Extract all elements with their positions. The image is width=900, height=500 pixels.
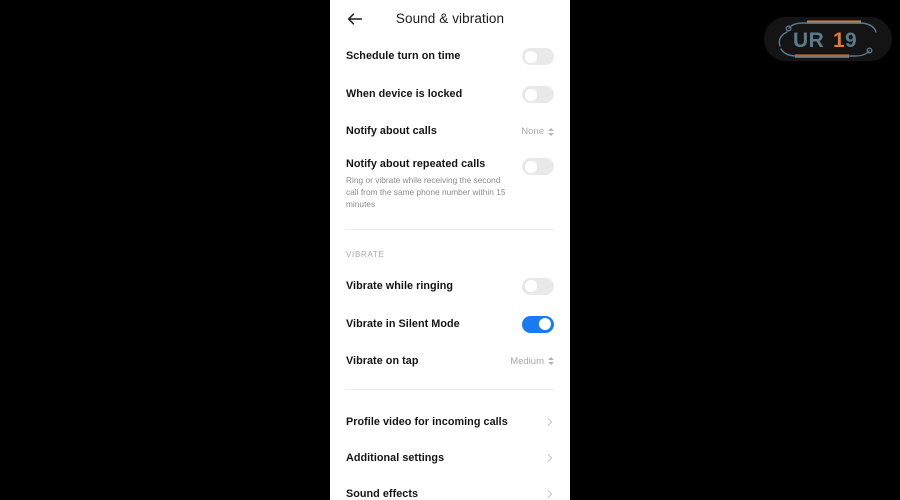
setting-row-schedule-turn-on-time[interactable]: Schedule turn on time [346, 37, 554, 75]
row-texts: Vibrate while ringing [346, 279, 520, 294]
row-texts: Sound effects [346, 487, 520, 500]
toggle-knob [539, 318, 551, 331]
setting-label: Profile video for incoming calls [346, 415, 508, 428]
setting-row-vibrate-in-silent-mode[interactable]: Vibrate in Silent Mode [346, 305, 554, 343]
row-control [520, 277, 554, 295]
toggle-when-device-is-locked[interactable] [522, 86, 554, 103]
row-texts: Notify about calls [346, 124, 520, 139]
setting-label: Sound effects [346, 487, 419, 500]
setting-row-notify-about-calls[interactable]: Notify about calls None [346, 113, 554, 149]
chevron-updown-icon [548, 357, 554, 366]
toggle-vibrate-in-silent-mode[interactable] [522, 315, 554, 333]
chevron-updown-icon [548, 127, 554, 136]
toggle-knob [525, 280, 537, 293]
setting-label: When device is locked [346, 87, 463, 100]
settings-bottom-group: Profile video for incoming calls Additio… [330, 404, 570, 500]
row-texts: When device is locked [346, 87, 520, 102]
setting-label: Notify about repeated calls [346, 158, 486, 170]
setting-row-additional-settings[interactable]: Additional settings [346, 440, 554, 476]
chevron-right-icon[interactable] [544, 417, 554, 427]
row-control: None [520, 125, 554, 137]
settings-top-group: Schedule turn on time When device is loc… [330, 37, 570, 219]
stepper-value: None [521, 126, 544, 137]
section-header-vibrate: VIBRATE [346, 249, 385, 259]
setting-row-vibrate-on-tap[interactable]: Vibrate on tap Medium [346, 343, 554, 379]
chevron-right-icon[interactable] [544, 489, 554, 499]
stepper-value: Medium [510, 355, 544, 367]
toggle-vibrate-while-ringing[interactable] [522, 277, 554, 295]
row-texts: Vibrate in Silent Mode [346, 317, 520, 332]
row-control [520, 452, 554, 463]
setting-label: Vibrate in Silent Mode [346, 317, 460, 330]
setting-label: Notify about calls [346, 124, 437, 137]
stepper-notify-about-calls[interactable]: None [521, 126, 554, 137]
toggle-knob [525, 160, 537, 173]
row-texts: Schedule turn on time [346, 49, 520, 64]
setting-row-sound-effects[interactable]: Sound effects [346, 476, 554, 500]
chevron-right-icon[interactable] [544, 453, 554, 463]
setting-row-when-device-is-locked[interactable]: When device is locked [346, 75, 554, 113]
setting-description: Ring or vibrate while receiving the seco… [346, 174, 506, 210]
setting-label: Vibrate while ringing [346, 279, 454, 292]
toggle-schedule-turn-on-time[interactable] [522, 48, 554, 65]
watermark-text-9: 9 [845, 29, 857, 52]
row-texts: Notify about repeated calls Ring or vibr… [346, 157, 520, 211]
stepper-vibrate-on-tap[interactable]: Medium [510, 356, 554, 367]
settings-vibrate-group: Vibrate while ringing Vibrate in Silent … [330, 267, 570, 379]
watermark-text-1: 1 [833, 29, 845, 52]
row-texts: Profile video for incoming calls [346, 415, 520, 430]
page-title: Sound & vibration [395, 11, 505, 26]
row-texts: Additional settings [346, 451, 520, 466]
row-control [520, 488, 554, 499]
phone-screen-panel: Sound & vibration Schedule turn on time … [330, 0, 570, 500]
app-header: Sound & vibration [330, 0, 570, 37]
watermark-text-ur: UR [793, 29, 824, 52]
setting-label: Vibrate on tap [346, 354, 419, 367]
watermark-logo: UR 1 9 [763, 16, 893, 62]
back-button[interactable] [344, 8, 366, 30]
row-control: Medium [510, 355, 554, 367]
row-control [520, 157, 554, 175]
toggle-knob [525, 88, 537, 101]
setting-label: Additional settings [346, 451, 445, 464]
arrow-left-icon [346, 11, 364, 27]
row-control [520, 315, 554, 333]
toggle-notify-about-repeated-calls[interactable] [522, 158, 554, 175]
setting-row-vibrate-while-ringing[interactable]: Vibrate while ringing [346, 267, 554, 305]
setting-row-profile-video-for-incoming-calls[interactable]: Profile video for incoming calls [346, 404, 554, 440]
row-control [520, 416, 554, 427]
row-control [520, 47, 554, 65]
setting-row-notify-about-repeated-calls[interactable]: Notify about repeated calls Ring or vibr… [346, 149, 554, 219]
row-control [520, 85, 554, 103]
row-texts: Vibrate on tap [346, 354, 510, 369]
toggle-knob [525, 50, 537, 63]
setting-label: Schedule turn on time [346, 49, 461, 62]
